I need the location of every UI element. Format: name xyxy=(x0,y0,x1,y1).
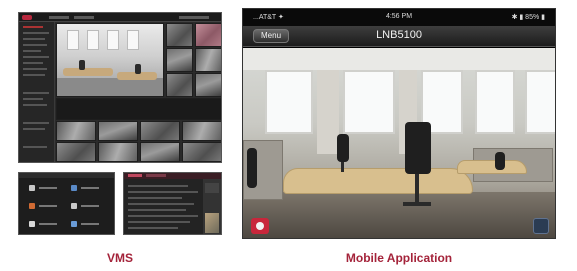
camera-tile[interactable] xyxy=(195,48,221,72)
camera-tile[interactable] xyxy=(195,73,221,97)
camera-tile[interactable] xyxy=(195,23,221,47)
setting-icon[interactable] xyxy=(29,221,35,227)
camera-tile[interactable] xyxy=(166,73,193,97)
preview-panel xyxy=(203,179,221,234)
setting-icon[interactable] xyxy=(71,221,77,227)
vms-title-bar xyxy=(19,13,221,22)
tree-row[interactable] xyxy=(23,74,45,76)
camera-tile[interactable] xyxy=(182,142,221,162)
tree-row[interactable] xyxy=(23,26,43,28)
camera-title: LNB5100 xyxy=(376,29,422,41)
vms-playback-screenshot xyxy=(123,172,222,235)
mobile-app-screenshot: ...AT&T ✦ 4:56 PM ✱ ▮ 85% ▮ LNB5100 Menu xyxy=(242,8,556,239)
camera-tile[interactable] xyxy=(56,142,96,162)
nav-bar: LNB5100 Menu xyxy=(243,26,555,47)
vms-menu-item[interactable] xyxy=(74,16,94,19)
tree-row[interactable] xyxy=(23,38,45,40)
camera-tile[interactable] xyxy=(140,142,180,162)
status-bar: ...AT&T ✦ 4:56 PM ✱ ▮ 85% ▮ xyxy=(243,9,555,26)
vms-device-tree xyxy=(19,22,55,162)
menu-button[interactable]: Menu xyxy=(253,29,290,43)
vms-main-screenshot xyxy=(18,12,222,163)
tree-row[interactable] xyxy=(23,92,49,94)
camera-tile[interactable] xyxy=(140,121,180,141)
vms-caption: VMS xyxy=(106,251,133,265)
record-icon[interactable] xyxy=(251,218,269,234)
tree-row[interactable] xyxy=(23,146,47,148)
tree-row[interactable] xyxy=(23,68,47,70)
camera-tile-large[interactable] xyxy=(56,23,164,97)
camera-grid xyxy=(56,23,221,162)
tree-row[interactable] xyxy=(23,32,49,34)
tree-row[interactable] xyxy=(23,122,49,124)
mobile-app-caption: Mobile Application xyxy=(345,251,453,265)
vms-settings-screenshot xyxy=(18,172,115,235)
settings-icon[interactable] xyxy=(533,218,549,234)
tree-row[interactable] xyxy=(23,128,45,130)
setting-icon[interactable] xyxy=(29,203,35,209)
setting-icon[interactable] xyxy=(71,185,77,191)
camera-tile-empty-row xyxy=(56,98,221,120)
camera-tile[interactable] xyxy=(56,121,96,141)
event-list xyxy=(124,179,204,234)
tree-row[interactable] xyxy=(23,56,49,58)
vms-menu-item[interactable] xyxy=(49,16,69,19)
lg-logo-icon xyxy=(22,15,32,20)
tree-row[interactable] xyxy=(23,98,43,100)
camera-tile[interactable] xyxy=(182,121,221,141)
status-time: 4:56 PM xyxy=(385,13,413,20)
tree-row[interactable] xyxy=(23,62,43,64)
tree-row[interactable] xyxy=(23,104,47,106)
vms-menu-item[interactable] xyxy=(179,16,209,19)
battery-indicator: ✱ ▮ 85% ▮ xyxy=(511,14,545,21)
tree-row[interactable] xyxy=(23,50,41,52)
camera-live-view[interactable] xyxy=(243,48,555,238)
tree-row[interactable] xyxy=(23,44,47,46)
camera-tile[interactable] xyxy=(98,142,138,162)
camera-tile[interactable] xyxy=(166,48,193,72)
setting-icon[interactable] xyxy=(71,203,77,209)
camera-tile[interactable] xyxy=(166,23,193,47)
setting-icon[interactable] xyxy=(29,185,35,191)
camera-tile[interactable] xyxy=(98,121,138,141)
